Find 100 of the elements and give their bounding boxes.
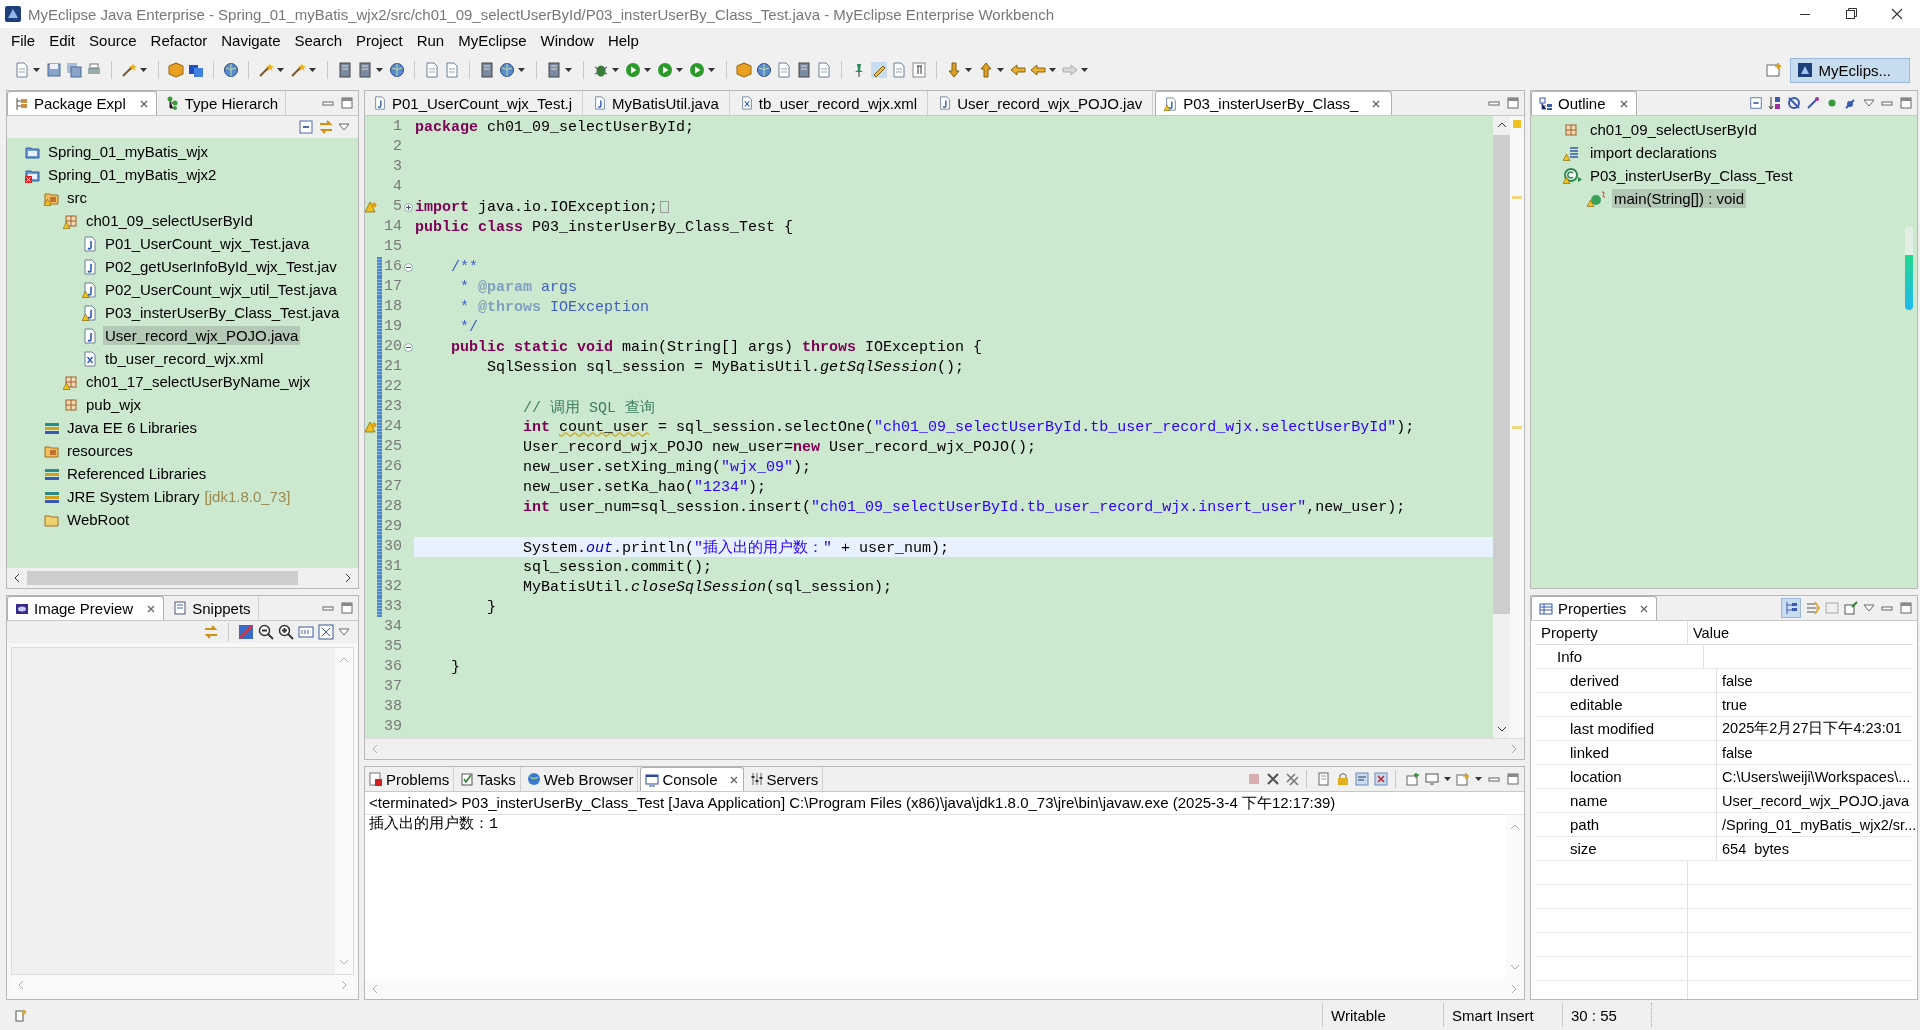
zoom-out-icon[interactable] — [258, 624, 274, 640]
menu-item[interactable]: Edit — [42, 31, 83, 49]
link-arrows-icon[interactable] — [318, 119, 334, 135]
fast-view-icon[interactable] — [14, 1008, 28, 1022]
expand-icon[interactable] — [403, 202, 413, 212]
editor-tab[interactable]: P03_insterUserBy_Class_ — [1155, 91, 1393, 115]
outline-item[interactable]: main(String[]) : void — [1612, 189, 1747, 208]
outline-item[interactable]: P03_insterUserBy_Class_Test — [1588, 166, 1795, 185]
menu-item[interactable]: File — [4, 31, 43, 49]
save-all-icon[interactable] — [66, 62, 82, 78]
menu-item[interactable]: Help — [600, 31, 646, 49]
view-tab[interactable]: Web Browser — [522, 767, 639, 791]
clear-console-icon[interactable] — [1317, 772, 1331, 786]
cubes-icon[interactable] — [188, 62, 204, 78]
tree-item[interactable]: P02_getUserInfoById_wjx_Test.jav — [103, 257, 339, 276]
caret-icon[interactable] — [708, 68, 715, 72]
tree-item[interactable]: Spring_01_myBatis_wjx2 — [46, 165, 219, 184]
image-icon[interactable] — [238, 624, 254, 640]
maximize-icon[interactable] — [1899, 601, 1913, 615]
globe-icon[interactable] — [756, 62, 772, 78]
save-icon[interactable] — [46, 62, 62, 78]
outline-item[interactable]: ch01_09_selectUserById — [1588, 120, 1759, 139]
server-icon[interactable] — [337, 62, 353, 78]
view-menu-icon[interactable] — [338, 123, 350, 131]
close-icon[interactable] — [728, 774, 739, 785]
tree-item[interactable]: Java EE 6 Libraries — [65, 418, 200, 437]
tree-item[interactable]: JRE System Library — [65, 487, 202, 506]
close-console-icon[interactable] — [1374, 772, 1388, 786]
server-icon[interactable] — [479, 62, 495, 78]
display-icon[interactable] — [1425, 772, 1439, 786]
run-icon[interactable] — [657, 62, 673, 78]
caret-icon[interactable] — [376, 68, 383, 72]
close-icon[interactable] — [146, 603, 157, 614]
maximize-icon[interactable] — [1506, 96, 1520, 110]
collapse-icon[interactable] — [403, 342, 413, 352]
page-icon[interactable] — [816, 62, 832, 78]
page-icon[interactable] — [891, 62, 907, 78]
menu-item[interactable]: Refactor — [143, 31, 215, 49]
view-tab[interactable]: Servers — [745, 767, 824, 791]
menu-item[interactable]: Project — [349, 31, 410, 49]
tree-item[interactable]: P01_UserCount_wjx_Test.java — [103, 234, 312, 253]
scrollbar-thumb[interactable] — [27, 571, 298, 585]
editor-tab[interactable]: tb_user_record_wjx.xml — [731, 91, 929, 115]
collapse-all-icon[interactable] — [1749, 96, 1763, 110]
tree-item[interactable]: WebRoot — [65, 510, 132, 529]
scrollbar-thumb[interactable] — [1493, 135, 1510, 614]
caret-icon[interactable] — [1081, 68, 1088, 72]
run-icon[interactable] — [689, 62, 705, 78]
folded-code-icon[interactable] — [660, 200, 670, 214]
menu-item[interactable]: Window — [533, 31, 601, 49]
view-tab[interactable]: Type Hierarch — [158, 91, 287, 115]
server-icon[interactable] — [357, 62, 373, 78]
menu-item[interactable]: Run — [409, 31, 452, 49]
tree-item[interactable]: P02_UserCount_wjx_util_Test.java — [103, 280, 339, 299]
wizard-icon[interactable] — [121, 62, 137, 78]
caret-icon[interactable] — [33, 68, 40, 72]
globe-icon[interactable] — [389, 62, 405, 78]
tree-item[interactable]: Referenced Libraries — [65, 464, 209, 483]
tree-item[interactable]: ch01_17_selectUserByName_wjx — [84, 372, 313, 391]
caret-icon[interactable] — [997, 68, 1004, 72]
open-perspective-icon[interactable] — [1766, 62, 1783, 78]
categories-icon[interactable] — [1781, 598, 1801, 618]
caret-icon[interactable] — [644, 68, 651, 72]
caret-icon[interactable] — [1475, 777, 1482, 781]
property-category[interactable]: Info — [1535, 645, 1704, 668]
close-icon[interactable] — [1618, 98, 1629, 109]
page-icon[interactable] — [424, 62, 440, 78]
page-icon[interactable] — [444, 62, 460, 78]
arrow-down-icon[interactable] — [946, 62, 962, 78]
view-menu-icon[interactable] — [1863, 99, 1875, 107]
view-tab[interactable]: Snippets — [166, 596, 259, 620]
link-arrows-icon[interactable] — [203, 624, 219, 640]
new-window-icon[interactable] — [1406, 772, 1420, 786]
back-icon[interactable] — [1030, 62, 1046, 78]
tree-item[interactable]: Spring_01_myBatis_wjx — [46, 142, 211, 161]
maximize-icon[interactable] — [1899, 96, 1913, 110]
menu-item[interactable]: Navigate — [214, 31, 288, 49]
wizard-icon[interactable] — [290, 62, 306, 78]
caret-icon[interactable] — [518, 68, 525, 72]
caret-icon[interactable] — [612, 68, 619, 72]
server-icon[interactable] — [796, 62, 812, 78]
hide-fields-icon[interactable] — [1787, 96, 1801, 110]
warning-marker[interactable] — [1512, 426, 1522, 429]
globe-icon[interactable] — [499, 62, 515, 78]
caret-icon[interactable] — [1444, 777, 1451, 781]
remove-icon[interactable] — [1266, 772, 1280, 786]
sort-icon[interactable] — [1768, 96, 1782, 110]
editor-tab[interactable]: P01_UserCount_wjx_Test.j — [365, 91, 584, 115]
tree-item[interactable]: P03_insterUserBy_Class_Test.java — [103, 303, 342, 322]
view-tab[interactable]: Outline — [1531, 91, 1637, 115]
column-header[interactable]: Value — [1688, 621, 1913, 644]
outline-item[interactable]: import declarations — [1588, 143, 1719, 162]
tree-item[interactable]: ch01_09_selectUserById — [84, 211, 255, 230]
view-tab[interactable]: Tasks — [456, 767, 521, 791]
menu-item[interactable]: Search — [287, 31, 349, 49]
caret-icon[interactable] — [965, 68, 972, 72]
server-icon[interactable] — [546, 62, 562, 78]
collapse-icon[interactable] — [403, 262, 413, 272]
view-menu-icon[interactable] — [338, 628, 350, 636]
menu-item[interactable]: Source — [82, 31, 144, 49]
